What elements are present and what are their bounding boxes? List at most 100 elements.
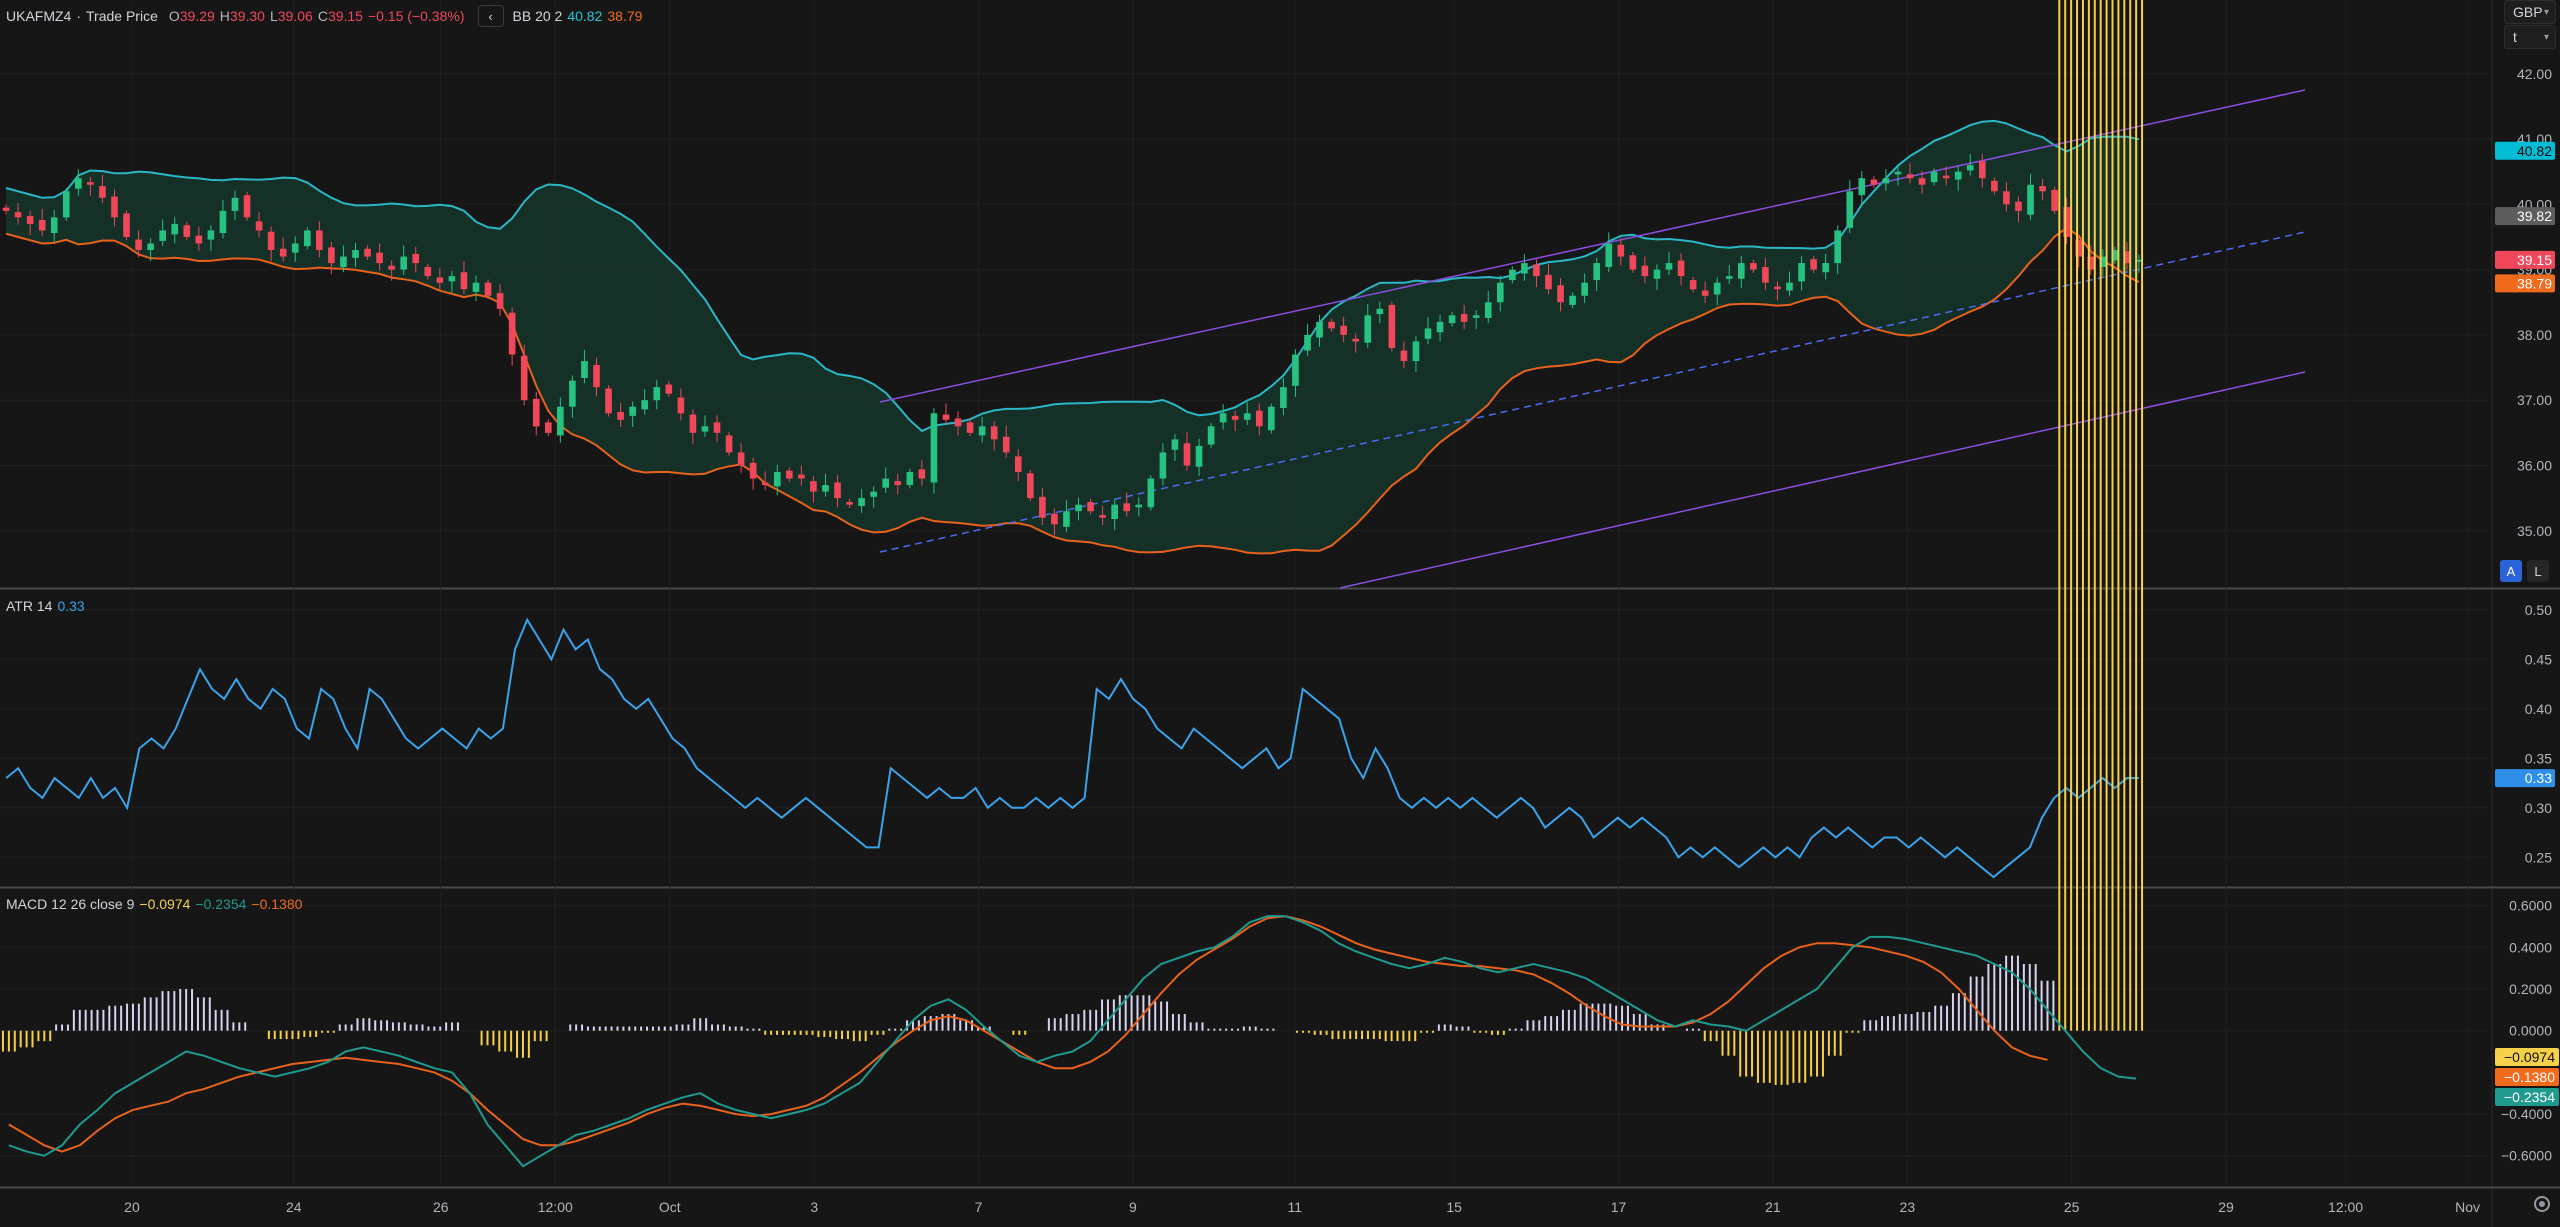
chart-canvas[interactable]: 42.0041.0040.0039.0038.0037.0036.0035.00… xyxy=(0,0,2560,1227)
bb-indicator-name[interactable]: BB 20 2 xyxy=(513,8,563,24)
candle-body xyxy=(1533,264,1540,277)
candle-body xyxy=(954,418,962,427)
candle-body xyxy=(1737,263,1745,279)
atr-legend: ATR 14 0.33 xyxy=(6,598,85,614)
candle-body xyxy=(1424,328,1432,339)
price-source: Trade Price xyxy=(86,8,158,24)
candle-body xyxy=(990,426,998,440)
candle-body xyxy=(942,414,950,420)
candle-body xyxy=(1364,315,1372,343)
candle-body xyxy=(1798,263,1805,282)
candle-body xyxy=(1930,171,1938,183)
candle-body xyxy=(2015,201,2022,211)
candle-body xyxy=(1521,263,1528,274)
legend-collapse-button[interactable]: ‹ xyxy=(477,5,504,27)
candle-body xyxy=(1701,290,1709,296)
candle-body xyxy=(171,223,179,235)
candle-body xyxy=(1557,285,1564,303)
candle-body xyxy=(1581,282,1588,296)
candle-body xyxy=(1219,413,1227,423)
candle-body xyxy=(14,212,22,218)
price-badge-label: 40.82 xyxy=(2517,143,2552,159)
candle-body xyxy=(773,472,781,487)
candle-body xyxy=(1665,263,1673,270)
macd-signal-value: −0.1380 xyxy=(251,896,303,912)
candle-body xyxy=(701,426,709,432)
candle-body xyxy=(1713,282,1721,295)
candle-body xyxy=(87,182,94,185)
candle-body xyxy=(749,462,757,479)
unit-select[interactable]: t ▾ xyxy=(2504,25,2556,49)
candle-body xyxy=(1774,286,1781,290)
time-axis-label: 21 xyxy=(1765,1199,1781,1215)
candle-body xyxy=(243,195,251,218)
candle-body xyxy=(677,397,685,414)
candle-body xyxy=(1027,473,1034,499)
candle-body xyxy=(484,282,492,296)
candle-body xyxy=(1810,259,1817,270)
change-value: −0.15 (−0.38%) xyxy=(367,8,465,24)
candle-body xyxy=(1388,304,1396,348)
price-tick-label: 35.00 xyxy=(2517,523,2552,539)
atr-indicator-name[interactable]: ATR 14 xyxy=(6,598,52,614)
candle-body xyxy=(2,207,10,211)
candle-body xyxy=(544,422,552,433)
candle-body xyxy=(1569,295,1576,305)
candle-body xyxy=(352,250,359,258)
time-axis-label: 11 xyxy=(1288,1199,1303,1215)
candle-body xyxy=(1002,436,1010,453)
candle-body xyxy=(725,435,733,453)
atr-tick-label: 0.40 xyxy=(2525,701,2552,717)
candle-body xyxy=(2039,186,2046,192)
currency-select[interactable]: GBP ▾ xyxy=(2504,0,2556,24)
candle-body xyxy=(1545,274,1552,290)
candle-body xyxy=(279,248,287,257)
candle-body xyxy=(2003,191,2010,205)
candle-body xyxy=(834,482,841,499)
candle-body xyxy=(62,191,70,218)
candle-body xyxy=(882,478,890,488)
candle-body xyxy=(1087,502,1094,512)
candle-body xyxy=(328,247,335,264)
candle-body xyxy=(1316,321,1323,338)
candle-body xyxy=(388,265,395,270)
candle-body xyxy=(1075,504,1082,512)
candle-body xyxy=(195,235,203,244)
candle-body xyxy=(1834,230,1842,264)
candle-body xyxy=(472,282,480,292)
candle-body xyxy=(1292,354,1299,386)
candle-body xyxy=(520,355,528,401)
candle-body xyxy=(966,422,974,433)
auto-scale-button[interactable]: A xyxy=(2500,560,2522,582)
candle-body xyxy=(798,474,805,479)
candle-body xyxy=(1268,406,1275,431)
macd-indicator-name[interactable]: MACD 12 26 close 9 xyxy=(6,896,134,912)
macd-badge-label: −0.2354 xyxy=(2504,1089,2555,1105)
log-scale-button[interactable]: L xyxy=(2527,560,2549,582)
candle-body xyxy=(147,243,154,251)
candle-body xyxy=(1400,350,1408,362)
candle-body xyxy=(1954,171,1962,180)
candle-body xyxy=(1195,445,1203,467)
settings-icon[interactable] xyxy=(2534,1196,2550,1212)
candle-body xyxy=(1689,280,1697,290)
candle-body xyxy=(1822,263,1829,273)
main-legend: UKAFMZ4 · Trade Price O39.29 H39.30 L39.… xyxy=(6,5,642,27)
candle-body xyxy=(38,220,46,231)
macd-tick-label: 0.4000 xyxy=(2509,939,2552,955)
candle-body xyxy=(1605,243,1613,268)
currency-label: GBP xyxy=(2513,4,2543,20)
candle-body xyxy=(1135,504,1143,508)
candle-body xyxy=(653,387,661,401)
macd-tick-label: 0.6000 xyxy=(2509,898,2552,914)
candle-body xyxy=(1207,426,1215,445)
candle-body xyxy=(219,210,227,234)
symbol-name[interactable]: UKAFMZ4 xyxy=(6,8,71,24)
candle-body xyxy=(1280,387,1287,409)
time-axis-label: 12:00 xyxy=(538,1199,573,1215)
candle-body xyxy=(508,312,516,355)
candle-body xyxy=(123,213,130,237)
candle-body xyxy=(1460,314,1468,322)
atr-tick-label: 0.35 xyxy=(2525,750,2552,766)
candle-body xyxy=(1472,315,1480,318)
